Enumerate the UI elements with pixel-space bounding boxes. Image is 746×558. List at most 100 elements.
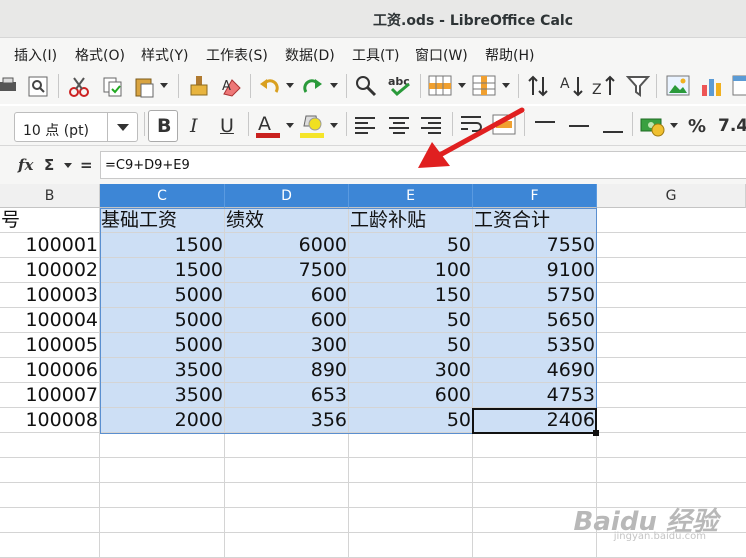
table-cell[interactable]: 4690 bbox=[473, 358, 597, 383]
menu-help[interactable]: 帮助(H) bbox=[485, 45, 534, 65]
table-cell[interactable]: 5000 bbox=[100, 308, 225, 333]
table-cell[interactable]: 3500 bbox=[100, 358, 225, 383]
autofilter-icon[interactable] bbox=[626, 74, 650, 98]
table-cell[interactable]: 100002 bbox=[0, 258, 100, 283]
table-cell[interactable] bbox=[349, 533, 473, 558]
table-cell[interactable] bbox=[225, 533, 349, 558]
sort-ascending-icon[interactable]: A bbox=[560, 74, 584, 98]
table-cell[interactable] bbox=[0, 458, 100, 483]
table-cell[interactable]: 100007 bbox=[0, 383, 100, 408]
font-size-combobox[interactable]: 10 点 (pt) bbox=[14, 112, 138, 142]
currency-format-icon[interactable] bbox=[640, 114, 666, 138]
column-header-g[interactable]: G bbox=[597, 184, 746, 208]
cell-header-e[interactable]: 工龄补贴 bbox=[349, 208, 473, 233]
column-header-c[interactable]: C bbox=[100, 184, 225, 208]
font-size-dropdown[interactable] bbox=[107, 113, 137, 141]
table-cell[interactable]: 9100 bbox=[473, 258, 597, 283]
cell-header-f[interactable]: 工资合计 bbox=[473, 208, 597, 233]
column-header-f[interactable]: F bbox=[473, 184, 597, 208]
table-cell[interactable]: 2000 bbox=[100, 408, 225, 433]
menu-window[interactable]: 窗口(W) bbox=[415, 45, 468, 65]
cell-header-b[interactable]: 号 bbox=[0, 208, 100, 233]
table-cell[interactable] bbox=[225, 433, 349, 458]
table-cell[interactable]: 5350 bbox=[473, 333, 597, 358]
table-cell[interactable]: 50 bbox=[349, 408, 473, 433]
print-icon[interactable] bbox=[0, 76, 18, 96]
table-cell[interactable] bbox=[100, 483, 225, 508]
paste-dropdown-icon[interactable] bbox=[160, 83, 168, 89]
align-left-icon[interactable] bbox=[354, 116, 376, 134]
find-replace-icon[interactable] bbox=[354, 74, 378, 98]
undo-dropdown-icon[interactable] bbox=[286, 83, 294, 89]
table-cell[interactable]: 50 bbox=[349, 333, 473, 358]
table-cell[interactable]: 7500 bbox=[225, 258, 349, 283]
column-header-d[interactable]: D bbox=[225, 184, 349, 208]
insert-image-icon[interactable] bbox=[666, 75, 690, 97]
align-bottom-icon[interactable] bbox=[602, 126, 626, 134]
table-cell[interactable] bbox=[473, 458, 597, 483]
table-cell[interactable]: 7550 bbox=[473, 233, 597, 258]
sort-icon[interactable] bbox=[526, 74, 550, 98]
table-cell[interactable]: 890 bbox=[225, 358, 349, 383]
clear-formatting-icon[interactable]: A bbox=[220, 76, 242, 98]
font-color-dropdown-icon[interactable] bbox=[286, 123, 294, 129]
table-cell[interactable] bbox=[597, 258, 746, 283]
table-cell[interactable]: 600 bbox=[225, 283, 349, 308]
table-cell[interactable]: 6000 bbox=[225, 233, 349, 258]
table-cell[interactable] bbox=[597, 308, 746, 333]
spreadsheet-grid[interactable]: B C D E F G 号 基础工资 绩效 工龄补贴 工资合计 10000115… bbox=[0, 184, 746, 542]
formula-button[interactable]: = bbox=[80, 156, 93, 174]
table-cell[interactable] bbox=[100, 533, 225, 558]
menu-data[interactable]: 数据(D) bbox=[285, 45, 335, 65]
cell-header-d[interactable]: 绩效 bbox=[225, 208, 349, 233]
table-cell[interactable] bbox=[349, 483, 473, 508]
highlight-dropdown-icon[interactable] bbox=[330, 123, 338, 129]
function-wizard-button[interactable]: fx bbox=[18, 156, 33, 174]
number-format-button[interactable]: 7.4 bbox=[718, 116, 746, 146]
table-cell[interactable]: 653 bbox=[225, 383, 349, 408]
cell-header-c[interactable]: 基础工资 bbox=[100, 208, 225, 233]
table-cell[interactable]: 356 bbox=[225, 408, 349, 433]
table-cell[interactable]: 100001 bbox=[0, 233, 100, 258]
table-cell[interactable] bbox=[597, 433, 746, 458]
table-cell[interactable]: 300 bbox=[225, 333, 349, 358]
table-cell[interactable] bbox=[0, 533, 100, 558]
table-cell[interactable]: 600 bbox=[225, 308, 349, 333]
table-cell[interactable]: 100005 bbox=[0, 333, 100, 358]
table-cell[interactable]: 1500 bbox=[100, 233, 225, 258]
column-header-b[interactable]: B bbox=[0, 184, 100, 208]
table-cell[interactable]: 100004 bbox=[0, 308, 100, 333]
align-middle-icon[interactable] bbox=[568, 122, 592, 130]
highlight-color-icon[interactable] bbox=[298, 112, 326, 140]
table-cell[interactable]: 300 bbox=[349, 358, 473, 383]
table-cell[interactable]: 5750 bbox=[473, 283, 597, 308]
table-cell[interactable] bbox=[349, 433, 473, 458]
table-cell[interactable]: 5000 bbox=[100, 283, 225, 308]
row-icon[interactable] bbox=[428, 75, 452, 97]
table-cell[interactable]: 50 bbox=[349, 233, 473, 258]
column-header-e[interactable]: E bbox=[349, 184, 473, 208]
italic-button[interactable]: I bbox=[190, 115, 198, 145]
table-cell[interactable]: 100006 bbox=[0, 358, 100, 383]
spelling-icon[interactable]: abc bbox=[388, 74, 414, 98]
table-cell[interactable] bbox=[349, 508, 473, 533]
table-cell[interactable]: 5000 bbox=[100, 333, 225, 358]
table-cell[interactable]: 600 bbox=[349, 383, 473, 408]
menu-styles[interactable]: 样式(Y) bbox=[141, 45, 188, 65]
column-icon[interactable] bbox=[472, 75, 496, 97]
table-cell[interactable]: 5650 bbox=[473, 308, 597, 333]
copy-icon[interactable] bbox=[102, 76, 124, 98]
table-cell[interactable]: 1500 bbox=[100, 258, 225, 283]
table-cell[interactable] bbox=[0, 508, 100, 533]
table-cell[interactable] bbox=[225, 458, 349, 483]
table-cell[interactable]: 3500 bbox=[100, 383, 225, 408]
undo-icon[interactable] bbox=[258, 76, 280, 98]
table-cell[interactable] bbox=[473, 433, 597, 458]
print-preview-icon[interactable] bbox=[28, 76, 50, 98]
clone-formatting-icon[interactable] bbox=[188, 74, 210, 98]
insert-chart-icon[interactable] bbox=[700, 75, 724, 97]
sum-dropdown-icon[interactable] bbox=[64, 163, 72, 169]
percent-format-button[interactable]: % bbox=[688, 116, 706, 146]
table-cell[interactable] bbox=[597, 458, 746, 483]
table-cell[interactable] bbox=[0, 433, 100, 458]
